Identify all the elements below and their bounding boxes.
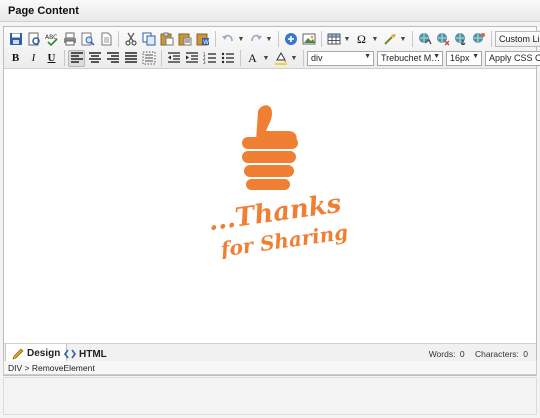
bold-button[interactable]: B [7, 50, 24, 67]
paste-word-icon[interactable]: W [194, 31, 211, 48]
element-path[interactable]: DIV > RemoveElement [3, 361, 537, 375]
outdent-icon[interactable] [165, 50, 182, 67]
save-icon[interactable] [7, 31, 24, 48]
pencil-icon [12, 348, 24, 359]
highlight-dropdown-icon[interactable]: ▼ [290, 50, 298, 67]
mode-bar: Design HTML Words: 0 Characters: 0 [4, 343, 536, 364]
copy-icon[interactable] [140, 31, 157, 48]
tab-design-label: Design [27, 348, 61, 359]
block-format-value: div [311, 53, 323, 63]
toolbar-separator [215, 31, 216, 47]
bullet-list-icon[interactable] [219, 50, 236, 67]
print-preview-icon[interactable] [25, 31, 42, 48]
special-char-icon[interactable]: Ω [353, 31, 370, 48]
css-class-value: Apply CSS Cl… [489, 53, 540, 63]
font-size-value: 16px [450, 53, 470, 63]
format-dropdown-icon[interactable]: ▼ [399, 31, 407, 48]
indent-icon[interactable] [183, 50, 200, 67]
underline-button[interactable]: U [43, 50, 60, 67]
toolbar-separator [240, 50, 241, 66]
toolbar-separator [412, 31, 413, 47]
characters-label: Characters: [474, 349, 519, 359]
unlink-icon[interactable] [434, 31, 451, 48]
align-left-icon[interactable] [68, 49, 85, 67]
characters-value: 0 [523, 349, 528, 359]
insert-icon[interactable] [282, 31, 299, 48]
chevron-down-icon: ▼ [433, 52, 440, 60]
undo-icon[interactable] [219, 31, 236, 48]
thumbs-up-icon: ...Thanks for Sharing! [206, 105, 358, 262]
hyperlink-manager-icon[interactable] [470, 31, 487, 48]
justify-icon[interactable] [122, 50, 139, 67]
font-color-button[interactable]: A [244, 50, 261, 67]
block-format-select[interactable]: div ▼ [307, 50, 374, 66]
css-class-select[interactable]: Apply CSS Cl… ▼ [485, 50, 540, 66]
panel-title: Page Content [8, 5, 79, 17]
panel-header: Page Content [0, 0, 540, 22]
toolbar-separator [321, 31, 322, 47]
table-icon[interactable] [325, 31, 342, 48]
editor-content[interactable]: ...Thanks for Sharing! [4, 69, 536, 343]
redo-dropdown-icon[interactable]: ▼ [265, 31, 273, 48]
spellcheck-icon[interactable]: ABC [43, 31, 60, 48]
footer-area [3, 377, 537, 415]
toolbar-separator [161, 50, 162, 66]
code-icon [64, 349, 76, 359]
special-char-dropdown-icon[interactable]: ▼ [371, 31, 379, 48]
toolbar-separator [64, 50, 65, 66]
toolbar-row-2: B I U 123 A ▼ ▼ div ▼ Trebuchet M… ▼ 16p… [7, 48, 540, 68]
svg-text:W: W [203, 39, 209, 46]
font-color-dropdown-icon[interactable]: ▼ [262, 50, 270, 67]
format-painter-icon[interactable] [381, 31, 398, 48]
remove-alignment-icon[interactable] [140, 50, 157, 67]
paste-text-icon[interactable] [176, 31, 193, 48]
words-label: Words: [428, 349, 456, 359]
find-icon[interactable] [79, 31, 96, 48]
toolbar-separator [278, 31, 279, 47]
word-count: Words: 0 Characters: 0 [427, 349, 528, 359]
font-name-select[interactable]: Trebuchet M… ▼ [377, 50, 443, 66]
thanks-for-sharing-image: ...Thanks for Sharing! [200, 99, 358, 262]
rich-text-editor: ABC W ▼ ▼ ▼ Ω ▼ ▼ Custom Li B I U 1 2 3 … [3, 26, 540, 376]
image-icon[interactable] [300, 31, 317, 48]
svg-text:3: 3 [203, 60, 206, 65]
chevron-down-icon: ▼ [364, 52, 371, 60]
paste-icon[interactable] [158, 31, 175, 48]
toolbar-separator [118, 31, 119, 47]
numbered-list-icon[interactable]: 123 [201, 50, 218, 67]
toolbar-separator [303, 50, 304, 66]
link-icon[interactable] [416, 31, 433, 48]
chevron-down-icon: ▼ [472, 52, 479, 60]
font-size-select[interactable]: 16px ▼ [446, 50, 482, 66]
words-value: 0 [459, 349, 465, 359]
toolbar-row-1: ABC W ▼ ▼ ▼ Ω ▼ ▼ Custom Li [7, 29, 540, 49]
editor-toolbar: ABC W ▼ ▼ ▼ Ω ▼ ▼ Custom Li B I U 1 2 3 … [4, 27, 540, 69]
redo-icon[interactable] [247, 31, 264, 48]
anchor-icon[interactable] [452, 31, 469, 48]
table-dropdown-icon[interactable]: ▼ [343, 31, 351, 48]
editor-panel: Page Content ABC W ▼ ▼ ▼ Ω ▼ ▼ Custom Li… [0, 0, 540, 418]
custom-links-select[interactable]: Custom Links ▼ [495, 31, 540, 47]
document-icon[interactable] [97, 31, 114, 48]
custom-links-label: Custom Links [499, 34, 540, 44]
print-icon[interactable] [61, 31, 78, 48]
italic-button[interactable]: I [25, 50, 42, 67]
toolbar-separator [491, 31, 492, 47]
font-name-value: Trebuchet M… [381, 53, 441, 63]
logo-text: ...Thanks for Sharing! [206, 189, 358, 262]
highlight-icon[interactable] [272, 50, 289, 67]
align-right-icon[interactable] [104, 50, 121, 67]
tab-html-label: HTML [79, 348, 107, 360]
cut-icon[interactable] [122, 31, 139, 48]
undo-dropdown-icon[interactable]: ▼ [237, 31, 245, 48]
align-center-icon[interactable] [86, 50, 103, 67]
